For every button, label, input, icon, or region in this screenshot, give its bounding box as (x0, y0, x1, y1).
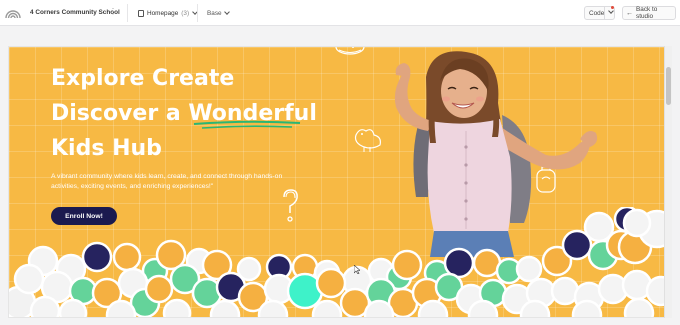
arrow-left-icon: ← (626, 9, 633, 17)
code-button-divider (604, 7, 605, 19)
page-selector[interactable]: Homepage (3) (138, 7, 198, 19)
site-name[interactable]: 4 Corners Community School (30, 9, 120, 16)
mouse-cursor-icon (354, 265, 360, 274)
notification-dot (611, 6, 614, 9)
code-button[interactable]: Code (584, 6, 615, 20)
base-selector[interactable]: Base (207, 7, 230, 19)
chevron-down-icon[interactable] (608, 8, 614, 14)
page-label: Homepage (147, 9, 179, 17)
document-icon (138, 9, 144, 17)
hero-title-line-1: Explore Create (51, 66, 235, 91)
studio-topbar: 4 Corners Community School ⋮ Homepage (3… (0, 0, 680, 26)
hero-description: A vibrant community where kids learn, cr… (51, 173, 283, 190)
hero-title: Explore Create Discover a Wonderful Kids… (51, 61, 351, 166)
chevron-down-icon (223, 9, 230, 15)
scrollbar-thumb[interactable] (666, 67, 671, 105)
hero-title-line-2-prefix: Discover a (51, 101, 189, 126)
logo-icon[interactable] (4, 6, 22, 20)
topbar-divider (197, 4, 198, 22)
title-underline-swoosh (193, 120, 301, 129)
globe-doodle-icon (335, 47, 365, 55)
kebab-icon[interactable]: ⋮ (109, 8, 117, 16)
base-label: Base (207, 9, 222, 17)
site-preview-frame: Explore Create Discover a Wonderful Kids… (8, 46, 672, 318)
page-count: (3) (181, 9, 190, 17)
code-label: Code (589, 9, 605, 17)
preview-scrollbar[interactable] (664, 46, 672, 318)
back-label: Back to studio (636, 6, 658, 20)
hero-title-line-3: Kids Hub (51, 136, 162, 161)
back-to-studio-button[interactable]: ← Back to studio (622, 6, 676, 20)
ball-pit-decoration (9, 207, 671, 317)
topbar-divider (127, 4, 128, 22)
